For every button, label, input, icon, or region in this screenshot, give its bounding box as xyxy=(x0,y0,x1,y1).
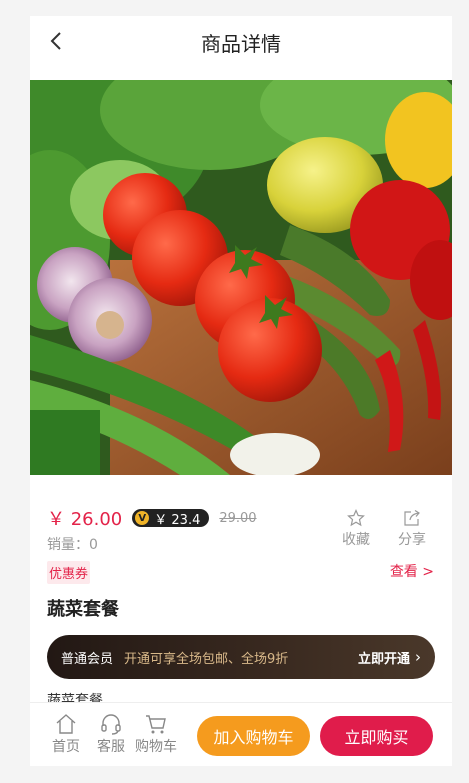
bottom-action-bar: 首页 客服 购物车 加入购物车 立即购买 xyxy=(30,702,452,766)
tab-service-label: 客服 xyxy=(97,739,125,755)
add-to-cart-button[interactable]: 加入购物车 xyxy=(197,716,310,756)
member-level: 普通会员 xyxy=(61,651,114,667)
original-price: 29.00 xyxy=(219,510,257,526)
home-icon xyxy=(56,714,76,734)
vip-price-badge: V ￥ 23.4 xyxy=(132,509,210,528)
vip-icon: V xyxy=(135,511,150,525)
tab-home[interactable]: 首页 xyxy=(46,713,86,756)
coupon-tag: 优惠券 xyxy=(47,561,91,584)
star-icon xyxy=(347,509,365,527)
product-name: 蔬菜套餐 xyxy=(47,599,119,620)
member-benefit: 开通可享全场包邮、全场9折 xyxy=(124,651,289,667)
sales-count: 销量：0 xyxy=(47,537,98,553)
coupon-view-link[interactable]: 查看 > xyxy=(390,561,434,581)
cart-icon xyxy=(146,715,166,734)
headset-icon xyxy=(101,714,121,735)
vip-price: ￥ 23.4 xyxy=(154,512,201,528)
share-icon xyxy=(404,509,420,526)
open-membership-button[interactable]: 立即开通 xyxy=(358,648,410,667)
screen: 商品详情 ￥ 26.00 V ￥ 23.4 29.00 销量：0 收藏 分享 优… xyxy=(30,16,452,766)
top-nav-bar: 商品详情 xyxy=(30,16,452,66)
share-label: 分享 xyxy=(398,532,426,548)
share-button[interactable]: 分享 xyxy=(392,509,432,549)
product-image[interactable] xyxy=(30,80,452,475)
tab-cart[interactable]: 购物车 xyxy=(134,713,178,756)
favorite-label: 收藏 xyxy=(342,532,370,548)
favorite-button[interactable]: 收藏 xyxy=(336,509,376,549)
vegetables-image xyxy=(30,80,452,475)
tab-service[interactable]: 客服 xyxy=(91,713,131,756)
buy-now-button[interactable]: 立即购买 xyxy=(320,716,433,756)
current-price: ￥ 26.00 xyxy=(47,509,123,530)
tab-home-label: 首页 xyxy=(52,739,80,755)
tab-cart-label: 购物车 xyxy=(135,739,177,755)
chevron-right-icon: › xyxy=(415,648,421,666)
page-title: 商品详情 xyxy=(201,32,281,56)
membership-banner[interactable]: 普通会员 开通可享全场包邮、全场9折 立即开通 › xyxy=(47,635,435,679)
price-row: ￥ 26.00 V ￥ 23.4 29.00 xyxy=(47,507,257,530)
